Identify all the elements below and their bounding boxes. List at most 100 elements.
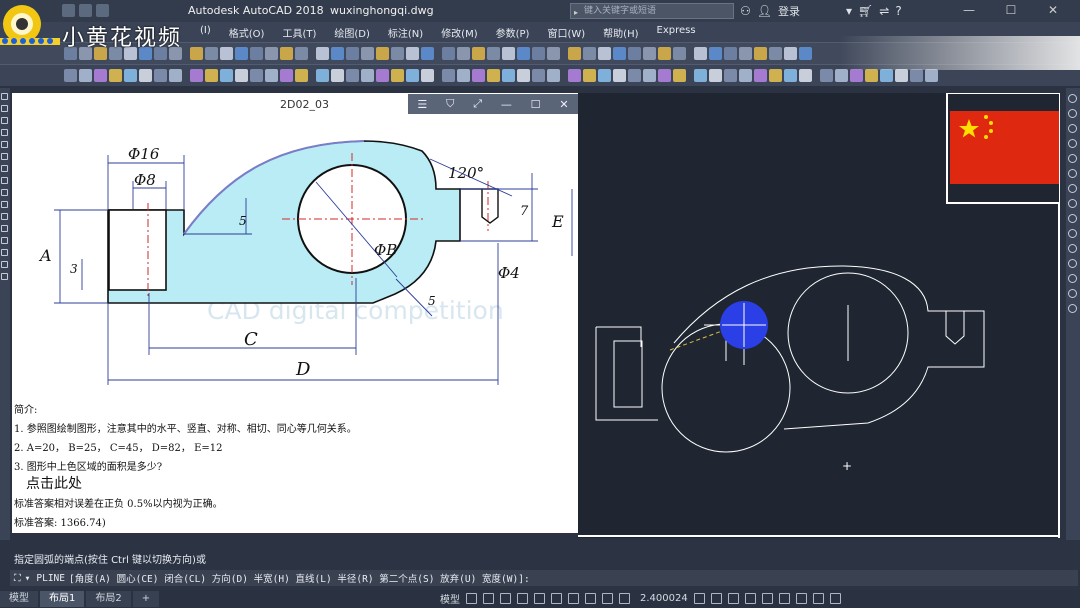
toolbar-button-icon[interactable] bbox=[694, 69, 707, 82]
clean-screen-icon[interactable] bbox=[812, 593, 824, 604]
click-here-link[interactable]: 点击此处 bbox=[26, 473, 82, 493]
polyline-tool-icon[interactable] bbox=[1, 105, 8, 112]
model-space-toggle[interactable]: 模型 bbox=[440, 591, 460, 606]
toolbar-button-icon[interactable] bbox=[799, 47, 812, 60]
toolbar-button-icon[interactable] bbox=[865, 69, 878, 82]
toolbar-button-icon[interactable] bbox=[250, 47, 263, 60]
toolbar-button-icon[interactable] bbox=[295, 69, 308, 82]
offset-tool-icon[interactable] bbox=[1068, 139, 1077, 148]
copy-tool-icon[interactable] bbox=[1068, 109, 1077, 118]
chevron-down-icon[interactable]: ▾ bbox=[846, 4, 852, 18]
toolbar-button-icon[interactable] bbox=[361, 47, 374, 60]
polygon-tool-icon[interactable] bbox=[1, 117, 8, 124]
toolbar-button-icon[interactable] bbox=[643, 47, 656, 60]
toolbar-button-icon[interactable] bbox=[739, 47, 752, 60]
stretch-tool-icon[interactable] bbox=[1068, 214, 1077, 223]
toolbar-button-icon[interactable] bbox=[124, 69, 137, 82]
toolbar-button-icon[interactable] bbox=[769, 47, 782, 60]
toolbar-button-icon[interactable] bbox=[673, 47, 686, 60]
toolbar-button-icon[interactable] bbox=[295, 47, 308, 60]
toolbar-button-icon[interactable] bbox=[658, 69, 671, 82]
osnap-toggle-icon[interactable] bbox=[534, 593, 545, 604]
tab-layout2[interactable]: 布局2 bbox=[86, 591, 131, 607]
toolbar-button-icon[interactable] bbox=[265, 69, 278, 82]
selection-cycling-icon[interactable] bbox=[602, 593, 613, 604]
toolbar-button-icon[interactable] bbox=[154, 69, 167, 82]
toolbar-button-icon[interactable] bbox=[472, 47, 485, 60]
restore-icon[interactable]: ☐ bbox=[531, 98, 541, 111]
toolbar-button-icon[interactable] bbox=[376, 69, 389, 82]
insert-tool-icon[interactable] bbox=[1, 189, 8, 196]
menu-item-window[interactable]: 窗口(W) bbox=[547, 25, 585, 40]
hatch-tool-icon[interactable] bbox=[1, 225, 8, 232]
toolbar-button-icon[interactable] bbox=[280, 69, 293, 82]
login-link[interactable]: 登录 bbox=[778, 3, 800, 19]
circle-tool-icon[interactable] bbox=[1, 153, 8, 160]
extend-tool-icon[interactable] bbox=[1068, 244, 1077, 253]
spline-tool-icon[interactable] bbox=[1, 165, 8, 172]
toolbar-button-icon[interactable] bbox=[532, 69, 545, 82]
tab-model[interactable]: 模型 bbox=[0, 591, 38, 607]
menu-item-express[interactable]: Express bbox=[657, 25, 696, 40]
toolbar-button-icon[interactable] bbox=[532, 47, 545, 60]
toolbar-button-icon[interactable] bbox=[799, 69, 812, 82]
model-space-viewport[interactable]: + bbox=[578, 92, 1061, 538]
toolbar-button-icon[interactable] bbox=[694, 47, 707, 60]
menu-item-modify[interactable]: 修改(M) bbox=[441, 25, 477, 40]
toolbar-button-icon[interactable] bbox=[442, 47, 455, 60]
move-tool-icon[interactable] bbox=[1068, 169, 1077, 178]
toolbar-button-icon[interactable] bbox=[331, 47, 344, 60]
snap-toggle-icon[interactable] bbox=[483, 593, 494, 604]
toolbar-button-icon[interactable] bbox=[139, 69, 152, 82]
toolbar-button-icon[interactable] bbox=[724, 69, 737, 82]
save-icon[interactable] bbox=[96, 4, 109, 17]
shirt-icon[interactable]: ⛉ bbox=[446, 97, 454, 111]
chamfer-tool-icon[interactable] bbox=[1068, 289, 1077, 298]
join-tool-icon[interactable] bbox=[1068, 274, 1077, 283]
point-tool-icon[interactable] bbox=[1, 213, 8, 220]
toolbar-button-icon[interactable] bbox=[250, 69, 263, 82]
toolbar-button-icon[interactable] bbox=[547, 69, 560, 82]
fillet-tool-icon[interactable] bbox=[1068, 304, 1077, 313]
command-options[interactable]: [角度(A) 圆心(CE) 闭合(CL) 方向(D) 半宽(H) 直线(L) 半… bbox=[69, 571, 530, 585]
toolbar-button-icon[interactable] bbox=[190, 47, 203, 60]
toolbar-button-icon[interactable] bbox=[472, 69, 485, 82]
toolbar-button-icon[interactable] bbox=[628, 69, 641, 82]
toolbar-button-icon[interactable] bbox=[568, 69, 581, 82]
ellipse-tool-icon[interactable] bbox=[1, 177, 8, 184]
toolbar-button-icon[interactable] bbox=[331, 69, 344, 82]
menu-item-tools[interactable]: 工具(T) bbox=[282, 25, 316, 40]
otrack-toggle-icon[interactable] bbox=[551, 593, 562, 604]
hardware-acceleration-icon[interactable] bbox=[795, 593, 807, 604]
table-tool-icon[interactable] bbox=[1, 261, 8, 268]
polar-toggle-icon[interactable] bbox=[517, 593, 528, 604]
toolbar-button-icon[interactable] bbox=[925, 69, 938, 82]
arc-tool-icon[interactable] bbox=[1, 141, 8, 148]
open-icon[interactable] bbox=[79, 4, 92, 17]
grid-toggle-icon[interactable] bbox=[466, 593, 477, 604]
rotate-tool-icon[interactable] bbox=[1068, 184, 1077, 193]
toolbar-button-icon[interactable] bbox=[487, 47, 500, 60]
tab-layout1[interactable]: 布局1 bbox=[40, 591, 85, 607]
scale-value[interactable]: 2.400024 bbox=[640, 593, 688, 604]
toolbar-button-icon[interactable] bbox=[316, 47, 329, 60]
toolbar-button-icon[interactable] bbox=[895, 69, 908, 82]
mirror-tool-icon[interactable] bbox=[1068, 124, 1077, 133]
lock-ui-icon[interactable] bbox=[761, 593, 773, 604]
toolbar-button-icon[interactable] bbox=[769, 69, 782, 82]
toolbar-button-icon[interactable] bbox=[220, 47, 233, 60]
toolbar-button-icon[interactable] bbox=[628, 47, 641, 60]
toolbar-button-icon[interactable] bbox=[880, 69, 893, 82]
menu-item-parametric[interactable]: 参数(P) bbox=[496, 25, 530, 40]
toolbar-button-icon[interactable] bbox=[220, 69, 233, 82]
array-tool-icon[interactable] bbox=[1068, 154, 1077, 163]
command-input[interactable]: ⛶ ▾ PLINE [角度(A) 圆心(CE) 闭合(CL) 方向(D) 半宽(… bbox=[10, 570, 1078, 586]
toolbar-button-icon[interactable] bbox=[316, 69, 329, 82]
toolbar-button-icon[interactable] bbox=[235, 69, 248, 82]
toolbar-button-icon[interactable] bbox=[190, 69, 203, 82]
toolbar-button-icon[interactable] bbox=[583, 47, 596, 60]
customize-icon[interactable] bbox=[829, 593, 841, 604]
transparency-toggle-icon[interactable] bbox=[585, 593, 596, 604]
toolbar-button-icon[interactable] bbox=[487, 69, 500, 82]
user-icon[interactable]: 👤︎ bbox=[757, 4, 772, 18]
